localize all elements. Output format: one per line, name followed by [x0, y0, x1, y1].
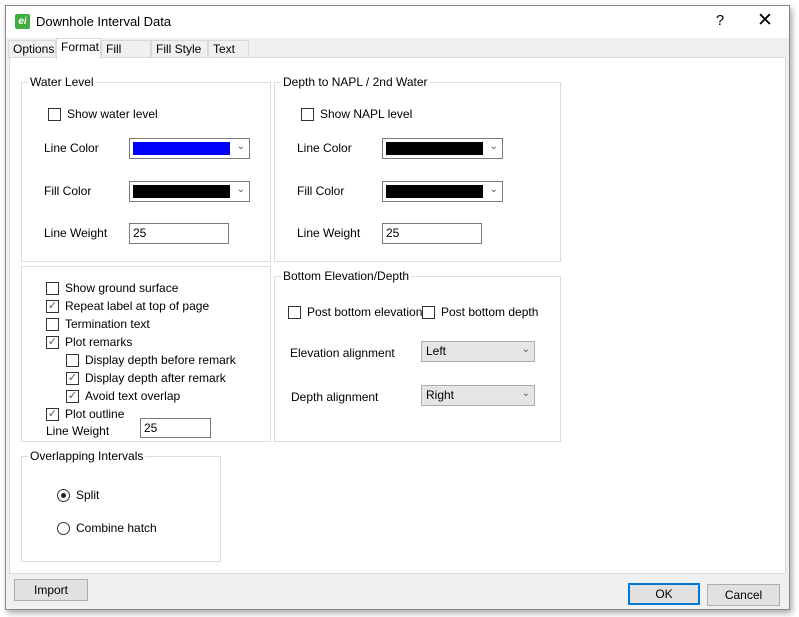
line-color-label: Line Color — [44, 141, 99, 155]
display-depth-after-checkbox[interactable]: ✓ Display depth after remark — [66, 371, 226, 385]
checkbox-box[interactable] — [46, 281, 59, 295]
checkbox-label: Show NAPL level — [320, 107, 413, 121]
show-napl-level-checkbox[interactable]: Show NAPL level — [301, 107, 412, 121]
color-swatch — [133, 185, 230, 198]
group-title: Overlapping Intervals — [28, 449, 146, 463]
group-title: Water Level — [28, 75, 96, 89]
outline-line-weight-input[interactable]: 25 — [140, 418, 211, 438]
checkbox-label: Plot remarks — [65, 335, 133, 349]
fill-color-label: Fill Color — [297, 184, 345, 198]
post-bottom-elevation-checkbox[interactable]: Post bottom elevation — [288, 305, 422, 319]
selected-value: Right — [426, 388, 455, 402]
color-swatch — [386, 142, 483, 155]
line-color-select[interactable]: ⌄ — [382, 138, 503, 159]
display-depth-before-checkbox[interactable]: Display depth before remark — [66, 353, 236, 367]
line-color-select[interactable]: ⌄ — [129, 138, 250, 159]
repeat-label-checkbox[interactable]: ✓ Repeat label at top of page — [46, 299, 209, 313]
combine-hatch-radio[interactable]: Combine hatch — [57, 521, 157, 535]
selected-value: Left — [426, 344, 447, 358]
checkbox-box[interactable]: ✓ — [46, 299, 59, 313]
chevron-down-icon: ⌄ — [236, 184, 245, 195]
checkbox-box[interactable] — [288, 305, 301, 319]
checkbox-label: Show water level — [67, 107, 158, 121]
checkbox-box[interactable] — [422, 305, 435, 319]
checkbox-label: Avoid text overlap — [85, 389, 181, 403]
cancel-button[interactable]: Cancel — [707, 584, 780, 606]
title-bar: ei Downhole Interval Data ? ✕ — [6, 6, 789, 38]
water-level-group: Water Level Show water level Line Color … — [21, 75, 271, 262]
line-weight-input[interactable]: 25 — [382, 223, 482, 244]
format-tab-page: Water Level Show water level Line Color … — [9, 57, 786, 574]
chevron-down-icon: ⌄ — [521, 388, 530, 399]
line-weight-input[interactable]: 25 — [129, 223, 229, 244]
import-button[interactable]: Import — [14, 579, 88, 601]
checkbox-label: Post bottom depth — [441, 305, 539, 319]
checkbox-label: Display depth before remark — [85, 353, 236, 367]
line-color-label: Line Color — [297, 141, 352, 155]
checkbox-box[interactable] — [66, 353, 79, 367]
radio-button[interactable] — [57, 488, 70, 502]
display-options-group: Show ground surface ✓ Repeat label at top… — [21, 266, 271, 442]
app-icon: ei — [15, 14, 30, 29]
window-title: Downhole Interval Data — [36, 14, 172, 29]
checkbox-box[interactable]: ✓ — [46, 407, 59, 421]
elevation-alignment-select[interactable]: Left ⌄ — [421, 341, 535, 362]
split-radio[interactable]: Split — [57, 488, 99, 502]
termination-text-checkbox[interactable]: Termination text — [46, 317, 150, 331]
overlapping-intervals-group: Overlapping Intervals Split Combine hatc… — [21, 449, 221, 562]
chevron-down-icon: ⌄ — [521, 344, 530, 355]
checkbox-label: Termination text — [65, 317, 150, 331]
show-water-level-checkbox[interactable]: Show water level — [48, 107, 158, 121]
radio-button[interactable] — [57, 521, 70, 535]
tab-format[interactable]: Format — [56, 38, 101, 59]
checkbox-label: Post bottom elevation — [307, 305, 423, 319]
tab-fill-style-2[interactable]: Fill Style 2 — [151, 40, 208, 73]
checkbox-label: Repeat label at top of page — [65, 299, 210, 313]
checkbox-label: Display depth after remark — [85, 371, 226, 385]
checkbox-box[interactable] — [301, 107, 314, 121]
ok-button[interactable]: OK — [628, 583, 700, 605]
checkbox-label: Plot outline — [65, 407, 125, 421]
dialog-window: ei Downhole Interval Data ? ✕ Options Fo… — [5, 5, 790, 610]
checkbox-box[interactable]: ✓ — [46, 335, 59, 349]
group-title: Depth to NAPL / 2nd Water — [281, 75, 430, 89]
show-ground-surface-checkbox[interactable]: Show ground surface — [46, 281, 178, 295]
plot-remarks-checkbox[interactable]: ✓ Plot remarks — [46, 335, 132, 349]
post-bottom-depth-checkbox[interactable]: Post bottom depth — [422, 305, 538, 319]
fill-color-label: Fill Color — [44, 184, 92, 198]
checkbox-label: Show ground surface — [65, 281, 179, 295]
radio-label: Combine hatch — [76, 521, 157, 535]
group-title: Bottom Elevation/Depth — [281, 269, 412, 283]
checkbox-box[interactable] — [46, 317, 59, 331]
checkbox-box[interactable]: ✓ — [66, 389, 79, 403]
plot-outline-checkbox[interactable]: ✓ Plot outline — [46, 407, 124, 421]
tab-fill-style[interactable]: Fill Style — [101, 40, 151, 73]
depth-alignment-label: Depth alignment — [291, 390, 379, 404]
color-swatch — [386, 185, 483, 198]
fill-color-select[interactable]: ⌄ — [382, 181, 503, 202]
close-button[interactable]: ✕ — [753, 9, 777, 32]
checkbox-box[interactable]: ✓ — [66, 371, 79, 385]
color-swatch — [133, 142, 230, 155]
chevron-down-icon: ⌄ — [489, 141, 498, 152]
chevron-down-icon: ⌄ — [489, 184, 498, 195]
tab-options[interactable]: Options — [8, 40, 56, 58]
line-weight-label: Line Weight — [46, 424, 110, 438]
line-weight-label: Line Weight — [44, 226, 108, 240]
avoid-text-overlap-checkbox[interactable]: ✓ Avoid text overlap — [66, 389, 180, 403]
napl-group: Depth to NAPL / 2nd Water Show NAPL leve… — [274, 75, 561, 262]
fill-color-select[interactable]: ⌄ — [129, 181, 250, 202]
tab-text[interactable]: Text — [208, 40, 249, 58]
line-weight-label: Line Weight — [297, 226, 361, 240]
elevation-alignment-label: Elevation alignment — [290, 346, 395, 360]
checkbox-box[interactable] — [48, 107, 61, 121]
radio-label: Split — [76, 488, 100, 502]
help-button[interactable]: ? — [712, 12, 728, 29]
bottom-elevation-group: Bottom Elevation/Depth Post bottom eleva… — [274, 269, 561, 442]
depth-alignment-select[interactable]: Right ⌄ — [421, 385, 535, 406]
chevron-down-icon: ⌄ — [236, 141, 245, 152]
